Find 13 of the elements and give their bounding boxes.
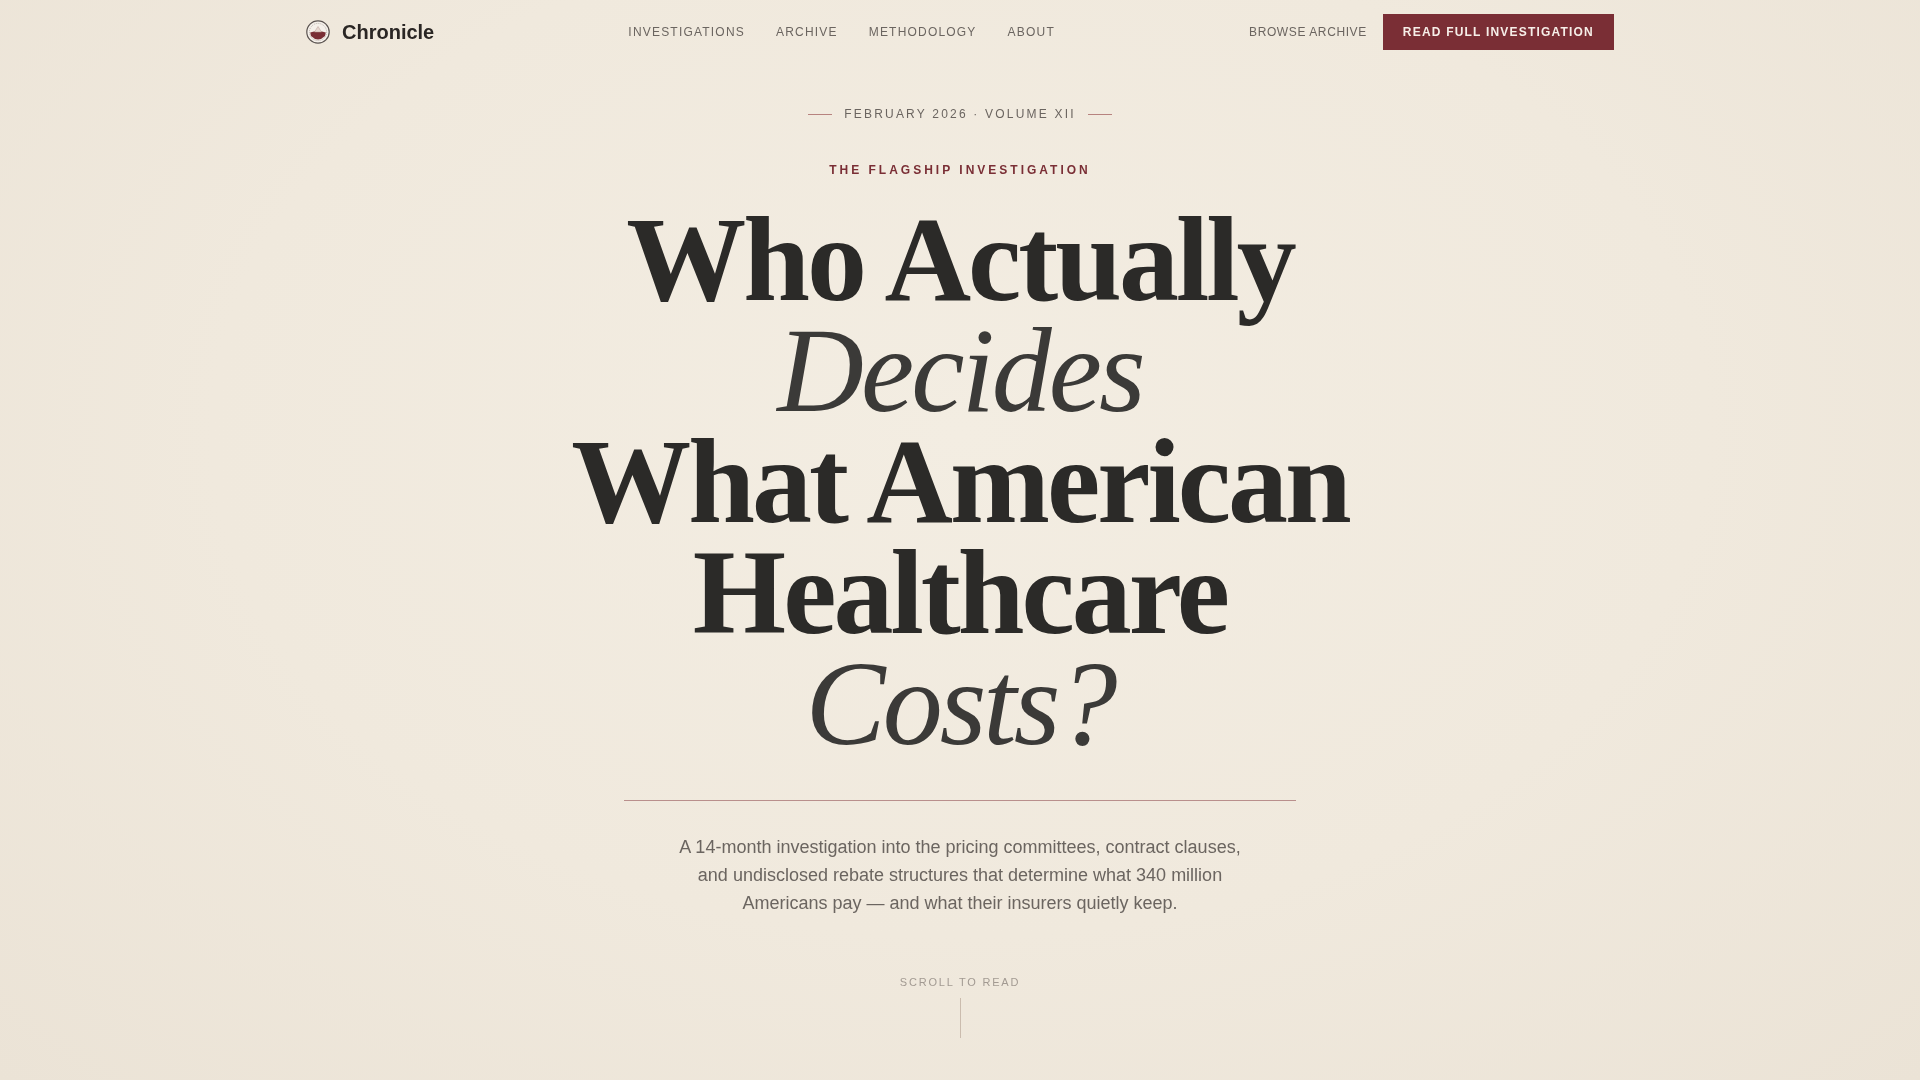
- dek-paragraph: A 14-month investigation into the pricing committees, contract clauses, and undisclosed rebate structures that determine what 340 million Americans pay — and what their insurers quietly keep.: [678, 836, 1242, 915]
- nav-link[interactable]: ARCHIVE: [775, 25, 838, 39]
- read-investigation-button[interactable]: READ FULL INVESTIGATION: [1382, 14, 1614, 50]
- nav-link[interactable]: METHODOLOGY: [868, 25, 977, 39]
- headline: Who Actually Decides What American Healthcare Costs?: [570, 204, 1351, 759]
- browse-archive-link[interactable]: BROWSE ARCHIVE: [1249, 25, 1367, 39]
- brand-name[interactable]: Chronicle: [342, 20, 435, 44]
- nav-link[interactable]: ABOUT: [1007, 25, 1055, 39]
- dateline: FEBRUARY 2026 · VOLUME XII: [844, 106, 1076, 122]
- seal-logo-icon: [306, 20, 330, 44]
- scroll-cue: SCROLL TO READ: [899, 975, 1021, 989]
- kicker: THE FLAGSHIP INVESTIGATION: [829, 162, 1091, 178]
- nav-link[interactable]: INVESTIGATIONS: [628, 25, 745, 39]
